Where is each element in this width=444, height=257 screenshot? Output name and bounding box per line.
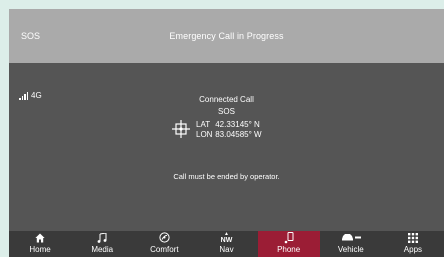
nav-nav[interactable]: ▲ NW Nav	[195, 231, 257, 257]
longitude-value: 83.04585° W	[215, 130, 262, 139]
nav-label: Vehicle	[337, 245, 364, 254]
gps-crosshair-icon	[172, 120, 190, 140]
nav-label: Home	[29, 245, 51, 254]
title-bar: SOS Emergency Call in Progress	[9, 9, 444, 63]
nav-vehicle[interactable]: Vehicle	[320, 231, 382, 257]
compass-heading: NW	[220, 236, 233, 244]
compass-icon: ▲ NW	[220, 230, 233, 244]
nav-label: Comfort	[150, 245, 179, 254]
nav-comfort[interactable]: Comfort	[133, 231, 195, 257]
nav-media[interactable]: Media	[71, 231, 133, 257]
music-note-icon	[97, 231, 107, 244]
nav-apps[interactable]: Apps	[382, 231, 444, 257]
home-icon	[35, 231, 45, 244]
nav-label: Phone	[277, 245, 301, 254]
climate-icon	[159, 231, 170, 244]
gps-location: LAT 42.33145° N LON 83.04585° W	[172, 120, 262, 140]
coordinates: LAT 42.33145° N LON 83.04585° W	[196, 120, 262, 140]
nav-label: Apps	[403, 245, 423, 254]
apps-grid-icon	[407, 231, 418, 244]
latitude-value: 42.33145° N	[215, 120, 260, 129]
nav-label: Media	[91, 245, 114, 254]
call-name: SOS	[218, 107, 235, 116]
bottom-nav: Home Media Comfort ▲ NW Nav Phone Vehicl…	[9, 231, 444, 257]
phone-icon	[284, 231, 294, 244]
longitude-row: LON 83.04585° W	[196, 130, 262, 140]
operator-message: Call must be ended by operator.	[173, 172, 280, 181]
nav-home[interactable]: Home	[9, 231, 71, 257]
nav-label: Nav	[219, 245, 234, 254]
latitude-label: LAT	[196, 120, 211, 129]
longitude-label: LON	[196, 130, 213, 139]
nav-phone[interactable]: Phone	[257, 231, 320, 257]
uconnect-screen: SOS Emergency Call in Progress 4G Connec…	[9, 9, 444, 257]
call-status: Connected Call	[199, 95, 254, 104]
call-panel: 4G Connected Call SOS LAT 42.33145° N LO	[9, 63, 444, 231]
latitude-row: LAT 42.33145° N	[196, 120, 262, 130]
page-title: Emergency Call in Progress	[169, 31, 284, 41]
car-icon	[341, 231, 361, 244]
